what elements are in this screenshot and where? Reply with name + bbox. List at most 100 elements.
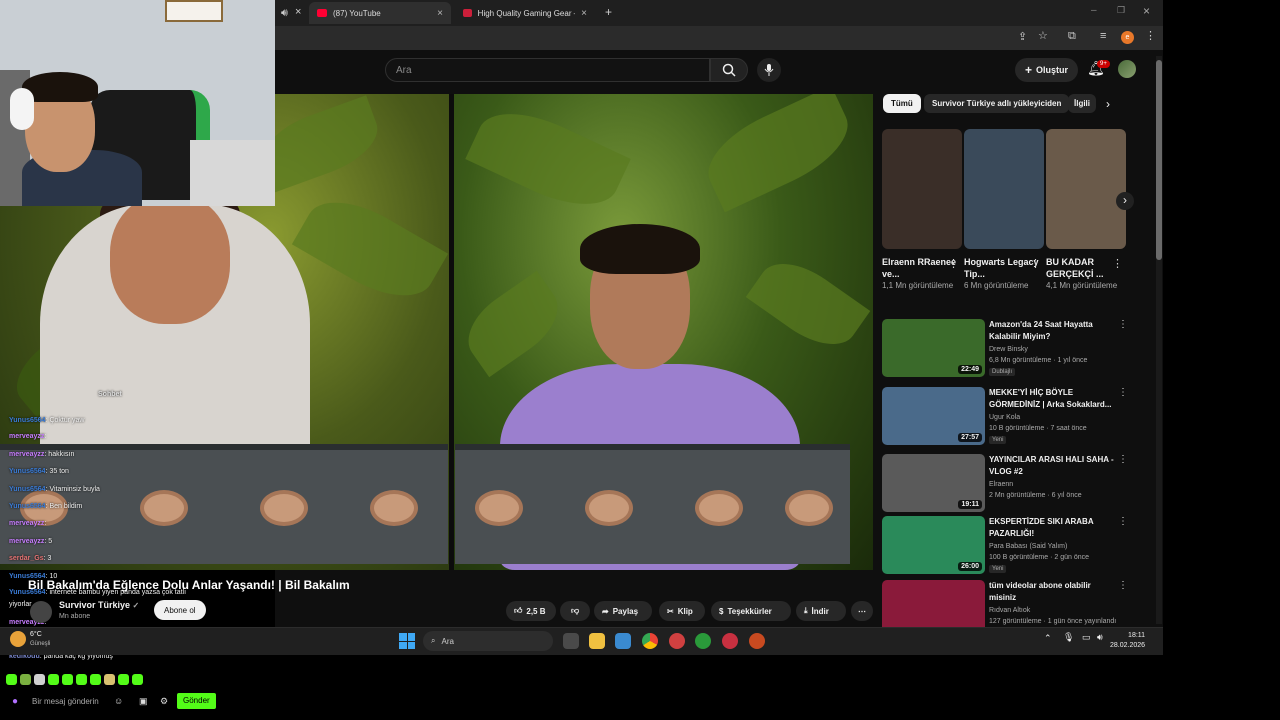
more-vert-icon[interactable]: ⋮ bbox=[1118, 387, 1128, 398]
new-tab-plus-icon[interactable]: + bbox=[605, 6, 612, 18]
create-button[interactable]: + Oluştur bbox=[1015, 58, 1079, 82]
chevron-right-icon[interactable]: › bbox=[1106, 97, 1110, 111]
tab-hyperx[interactable]: High Quality Gaming Gear – Hy × bbox=[455, 2, 595, 24]
video-channel[interactable]: Para Babası (Said Yalım) bbox=[989, 543, 1067, 550]
emote-icon[interactable] bbox=[90, 674, 101, 685]
more-vert-icon[interactable]: ⋮ bbox=[1118, 454, 1128, 465]
settings-gear-icon[interactable]: ⚙ bbox=[160, 696, 168, 707]
chat-username[interactable]: merveayzz bbox=[9, 451, 44, 458]
emote-icon[interactable] bbox=[132, 674, 143, 685]
chip-related[interactable]: İlgili bbox=[1068, 94, 1096, 113]
short-card[interactable]: Elraenn RRaenee ve... 1,1 Mn görüntüleme ⋮ bbox=[882, 129, 962, 292]
emote-icon[interactable] bbox=[118, 674, 129, 685]
chat-username[interactable]: Yunus6564 bbox=[9, 486, 46, 493]
video-title[interactable]: Amazon'da 24 Saat Hayatta Kalabilir Miyi… bbox=[989, 319, 1114, 343]
emote-icon[interactable] bbox=[48, 674, 59, 685]
emote-icon[interactable] bbox=[34, 674, 45, 685]
chat-username[interactable]: merveayzz bbox=[9, 433, 44, 440]
search-button[interactable] bbox=[710, 58, 748, 82]
window-close-icon[interactable]: × bbox=[1143, 5, 1150, 17]
chat-username[interactable]: Yunus6564 bbox=[9, 417, 46, 424]
video-thumbnail[interactable]: 22:49 bbox=[882, 319, 985, 377]
media-controls-icon[interactable]: ≡ bbox=[1100, 31, 1106, 42]
file-explorer-icon[interactable] bbox=[589, 633, 605, 649]
taskbar-search[interactable]: ⌕ Ara bbox=[423, 631, 553, 651]
chip-all[interactable]: Tümü bbox=[883, 94, 921, 113]
chat-username[interactable]: serdar_Gs bbox=[9, 555, 44, 562]
more-options-icon[interactable]: ⋮ bbox=[1145, 31, 1156, 42]
account-avatar[interactable] bbox=[1118, 60, 1136, 78]
xbox-icon[interactable] bbox=[695, 633, 711, 649]
thanks-button[interactable]: $ Teşekkürler bbox=[711, 601, 791, 621]
close-icon[interactable]: × bbox=[437, 8, 443, 19]
send-button[interactable]: Gönder bbox=[177, 693, 216, 709]
video-channel[interactable]: Rıdvan Altıok bbox=[989, 607, 1030, 614]
video-title[interactable]: MEKKE'Yİ HİÇ BÖYLE GÖRMEDİNİZ | Arka Sok… bbox=[989, 387, 1114, 411]
mic-icon[interactable]: ● bbox=[12, 696, 18, 707]
emote-icon[interactable] bbox=[6, 674, 17, 685]
install-app-icon[interactable]: ⇪ bbox=[1018, 32, 1027, 43]
weather-sun-icon[interactable] bbox=[10, 631, 26, 647]
profile-avatar-icon[interactable]: e bbox=[1121, 31, 1134, 44]
tray-mic-icon[interactable]: 🎙︎ bbox=[1063, 632, 1074, 643]
like-button[interactable]: 👍︎ 2,5 B bbox=[506, 601, 556, 621]
minimize-icon[interactable]: – bbox=[1091, 6, 1097, 16]
video-thumbnail[interactable]: 19:11 bbox=[882, 454, 985, 512]
dislike-button[interactable]: 👎︎ bbox=[560, 601, 590, 621]
more-actions-button[interactable]: ⋯ bbox=[851, 601, 873, 621]
emote-icon[interactable] bbox=[104, 674, 115, 685]
video-channel[interactable]: Ugur Kola bbox=[989, 414, 1020, 421]
recommended-video[interactable]: 27:57 MEKKE'Yİ HİÇ BÖYLE GÖRMEDİNİZ | Ark… bbox=[882, 387, 1128, 447]
video-title[interactable]: YAYINCILAR ARASI HALI SAHA - VLOG #2 bbox=[989, 454, 1114, 478]
valorant-icon[interactable] bbox=[722, 633, 738, 649]
chat-username[interactable]: merveayzz bbox=[9, 538, 44, 545]
clip-button[interactable]: ✂ Klip bbox=[659, 601, 705, 621]
video-title[interactable]: tüm videolar abone olabilir misiniz bbox=[989, 580, 1114, 604]
video-channel[interactable]: Drew Binsky bbox=[989, 346, 1028, 353]
windows-start-icon[interactable] bbox=[399, 633, 415, 649]
speaker-icon[interactable]: 🔊︎ bbox=[281, 8, 288, 19]
emote-icon[interactable] bbox=[20, 674, 31, 685]
more-vert-icon[interactable]: ⋮ bbox=[1112, 259, 1123, 270]
short-thumbnail[interactable] bbox=[882, 129, 962, 249]
short-thumbnail[interactable] bbox=[1046, 129, 1126, 249]
scrollbar-thumb[interactable] bbox=[1156, 60, 1162, 260]
subscribe-button[interactable]: Abone ol bbox=[154, 600, 206, 620]
video-title[interactable]: EKSPERTİZDE SIKI ARABA PAZARLIĞI! bbox=[989, 516, 1114, 540]
channel-avatar[interactable] bbox=[30, 601, 52, 623]
recommended-video[interactable]: 19:11 YAYINCILAR ARASI HALI SAHA - VLOG #… bbox=[882, 454, 1128, 514]
app-icon[interactable] bbox=[749, 633, 765, 649]
tray-chevron-icon[interactable]: ⌃ bbox=[1044, 633, 1052, 644]
share-button[interactable]: ➦ Paylaş bbox=[594, 601, 652, 621]
recommended-video[interactable]: 26:00 EKSPERTİZDE SIKI ARABA PAZARLIĞI! Pa… bbox=[882, 516, 1128, 576]
more-vert-icon[interactable]: ⋮ bbox=[1030, 259, 1041, 270]
video-channel[interactable]: Elraenn bbox=[989, 481, 1013, 488]
chat-username[interactable]: Yunus6564 bbox=[9, 503, 46, 510]
voice-search-button[interactable] bbox=[757, 58, 781, 82]
short-thumbnail[interactable] bbox=[964, 129, 1044, 249]
chat-username[interactable]: Yunus6564 bbox=[9, 468, 46, 475]
tab-close-icon[interactable]: × bbox=[295, 7, 301, 18]
bookmark-star-icon[interactable]: ☆ bbox=[1038, 31, 1048, 42]
emote-icon[interactable] bbox=[76, 674, 87, 685]
opera-icon[interactable] bbox=[669, 633, 685, 649]
chat-username[interactable]: merveayzz bbox=[9, 520, 44, 527]
short-card[interactable]: Hogwarts Legacy Tip... 6 Mn görüntüleme ⋮ bbox=[964, 129, 1044, 292]
chrome-icon[interactable] bbox=[642, 633, 658, 649]
store-icon[interactable] bbox=[615, 633, 631, 649]
search-input[interactable]: Ara bbox=[385, 58, 710, 82]
task-view-icon[interactable] bbox=[563, 633, 579, 649]
more-vert-icon[interactable]: ⋮ bbox=[948, 259, 959, 270]
video-thumbnail[interactable]: 26:00 bbox=[882, 516, 985, 574]
download-button[interactable]: ⤓ İndir bbox=[796, 601, 846, 621]
extensions-icon[interactable]: ⧉ bbox=[1068, 31, 1076, 42]
emoji-icon[interactable]: ☺ bbox=[114, 696, 123, 706]
short-card[interactable]: BU KADAR GERÇEKÇİ ... 4,1 Mn görüntüleme ⋮ bbox=[1046, 129, 1126, 292]
chat-input[interactable]: Bir mesaj gönderin bbox=[32, 697, 99, 706]
more-vert-icon[interactable]: ⋮ bbox=[1118, 580, 1128, 591]
video-thumbnail[interactable]: 27:57 bbox=[882, 387, 985, 445]
channel-name[interactable]: Survivor Türkiye ✓ bbox=[59, 600, 139, 610]
emote-icon[interactable] bbox=[62, 674, 73, 685]
gift-icon[interactable]: ▣ bbox=[139, 696, 148, 707]
volume-icon[interactable]: 🔊︎ bbox=[1097, 632, 1103, 643]
